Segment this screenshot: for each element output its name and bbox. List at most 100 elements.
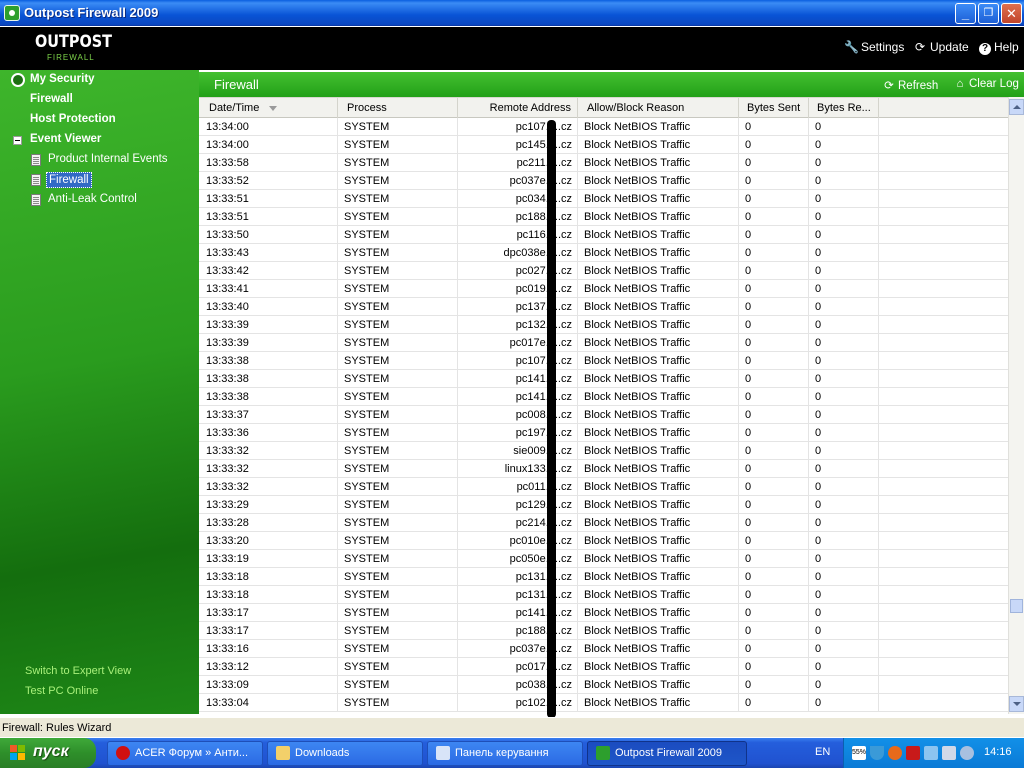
cell-bytes-received: 0 <box>809 370 879 388</box>
clear-log-label: Clear Log <box>969 78 1019 90</box>
table-row[interactable]: 13:33:38 SYSTEM pc141.f...cz Block NetBIOS … <box>199 388 1008 406</box>
start-button[interactable]: пуск <box>0 738 96 768</box>
vertical-scrollbar[interactable] <box>1008 97 1024 714</box>
table-row[interactable]: 13:33:09 SYSTEM pc038.f...cz Block NetBIOS … <box>199 676 1008 694</box>
collapse-toggle-icon[interactable] <box>13 136 22 145</box>
table-row[interactable]: 13:33:51 SYSTEM pc034.f...cz Block NetBIOS … <box>199 190 1008 208</box>
table-row[interactable]: 13:33:16 SYSTEM pc037e.f...cz Block NetBIOS… <box>199 640 1008 658</box>
cell-bytes-sent: 0 <box>739 640 809 658</box>
cell-remote-address: pc129.f...cz <box>458 496 578 514</box>
sidebar-item-host-protection[interactable]: Host Protection <box>30 113 116 125</box>
table-row[interactable]: 13:33:37 SYSTEM pc008.f...cz Block NetBIOS … <box>199 406 1008 424</box>
firewall-log-table[interactable]: Date/Time Process Remote Address Allow/B… <box>199 97 1008 714</box>
table-row[interactable]: 13:33:43 SYSTEM dpc038e.f...cz Block NetBIO… <box>199 244 1008 262</box>
cell-process: SYSTEM <box>338 658 458 676</box>
tray-app-icon[interactable] <box>960 746 974 760</box>
table-row[interactable]: 13:34:00 SYSTEM pc145.f...cz Block NetBIOS … <box>199 136 1008 154</box>
clear-log-button[interactable]: ⌂ Clear Log <box>954 78 1019 90</box>
cell-empty <box>879 334 1008 352</box>
table-row[interactable]: 13:33:32 SYSTEM pc011.f...cz Block NetBIOS … <box>199 478 1008 496</box>
taskbar-item-downloads[interactable]: Downloads <box>267 741 423 766</box>
tray-app-icon[interactable] <box>942 746 956 760</box>
cell-datetime: 13:33:18 <box>199 568 338 586</box>
scroll-up-button[interactable] <box>1009 99 1024 115</box>
column-header-datetime[interactable]: Date/Time <box>199 98 338 118</box>
cell-bytes-received: 0 <box>809 586 879 604</box>
cell-process: SYSTEM <box>338 244 458 262</box>
column-header-process[interactable]: Process <box>338 98 458 118</box>
cell-bytes-sent: 0 <box>739 694 809 712</box>
cell-remote-address: pc131.f...cz <box>458 586 578 604</box>
table-row[interactable]: 13:33:18 SYSTEM pc131.f...cz Block NetBIOS … <box>199 586 1008 604</box>
table-row[interactable]: 13:33:28 SYSTEM pc214.f...cz Block NetBIOS … <box>199 514 1008 532</box>
table-row[interactable]: 13:33:38 SYSTEM pc107.f...cz Block NetBIOS … <box>199 352 1008 370</box>
cell-datetime: 13:33:41 <box>199 280 338 298</box>
help-button[interactable]: ? Help <box>979 40 1019 55</box>
taskbar-item-label: ACER Форум » Анти... <box>135 747 249 759</box>
sidebar-item-my-security[interactable]: My Security <box>30 73 95 85</box>
cell-remote-address: pc188.f...cz <box>458 622 578 640</box>
language-indicator[interactable]: EN <box>815 746 830 758</box>
cell-remote-address: linux133.f...cz <box>458 460 578 478</box>
table-row[interactable]: 13:33:04 SYSTEM pc102.f...cz Block NetBIOS … <box>199 694 1008 712</box>
battery-icon[interactable]: 55% <box>852 746 866 760</box>
table-row[interactable]: 13:33:20 SYSTEM pc010e.f...cz Block NetBIOS… <box>199 532 1008 550</box>
test-pc-online-link[interactable]: Test PC Online <box>25 685 98 697</box>
table-row[interactable]: 13:33:18 SYSTEM pc131.f...cz Block NetBIOS … <box>199 568 1008 586</box>
table-row[interactable]: 13:33:17 SYSTEM pc188.f...cz Block NetBIOS … <box>199 622 1008 640</box>
table-row[interactable]: 13:33:42 SYSTEM pc027.f...cz Block NetBIOS … <box>199 262 1008 280</box>
settings-button[interactable]: 🔧 Settings <box>844 40 904 54</box>
table-row[interactable]: 13:33:51 SYSTEM pc188.f...cz Block NetBIOS … <box>199 208 1008 226</box>
scroll-thumb[interactable] <box>1010 599 1023 613</box>
cell-bytes-received: 0 <box>809 478 879 496</box>
column-header-remote-address[interactable]: Remote Address <box>458 98 578 118</box>
table-row[interactable]: 13:33:19 SYSTEM pc050e.f...cz Block NetBIOS… <box>199 550 1008 568</box>
column-header-reason[interactable]: Allow/Block Reason <box>578 98 739 118</box>
sidebar-item-event-viewer[interactable]: Event Viewer <box>30 133 101 145</box>
table-row[interactable]: 13:33:39 SYSTEM pc132.f...cz Block NetBIOS … <box>199 316 1008 334</box>
maximize-button[interactable]: ❐ <box>978 3 999 24</box>
table-row[interactable]: 13:33:17 SYSTEM pc141.f...cz Block NetBIOS … <box>199 604 1008 622</box>
table-row[interactable]: 13:34:00 SYSTEM pc107.f...cz Block NetBIOS … <box>199 118 1008 136</box>
sidebar-item-firewall[interactable]: Firewall <box>30 93 73 105</box>
table-row[interactable]: 13:33:36 SYSTEM pc197.f...cz Block NetBIOS … <box>199 424 1008 442</box>
taskbar-item-acer-forum[interactable]: ACER Форум » Анти... <box>107 741 263 766</box>
sidebar-item-anti-leak-control[interactable]: Anti-Leak Control <box>48 193 137 205</box>
table-row[interactable]: 13:33:40 SYSTEM pc137.f...cz Block NetBIOS … <box>199 298 1008 316</box>
window-titlebar[interactable]: Outpost Firewall 2009 _ ❐ ✕ <box>0 0 1024 26</box>
table-row[interactable]: 13:33:52 SYSTEM pc037e.f...cz Block NetBIOS… <box>199 172 1008 190</box>
sidebar-item-firewall-log[interactable]: Firewall <box>46 172 92 188</box>
switch-to-expert-view-link[interactable]: Switch to Expert View <box>25 665 131 677</box>
cell-empty <box>879 496 1008 514</box>
table-row[interactable]: 13:33:50 SYSTEM pc116.f...cz Block NetBIOS … <box>199 226 1008 244</box>
clock[interactable]: 14:16 <box>984 746 1012 758</box>
table-row[interactable]: 13:33:32 SYSTEM sie009.f...cz Block NetBIOS… <box>199 442 1008 460</box>
table-row[interactable]: 13:33:39 SYSTEM pc017e.f...cz Block NetBIOS… <box>199 334 1008 352</box>
windows-taskbar: пуск ACER Форум » Анти... Downloads Пане… <box>0 738 1024 768</box>
taskbar-item-control-panel[interactable]: Панель керування <box>427 741 583 766</box>
window-title: Outpost Firewall 2009 <box>24 5 159 20</box>
cell-reason: Block NetBIOS Traffic <box>578 118 739 136</box>
close-button[interactable]: ✕ <box>1001 3 1022 24</box>
table-row[interactable]: 13:33:29 SYSTEM pc129.f...cz Block NetBIOS … <box>199 496 1008 514</box>
tray-app-icon[interactable] <box>906 746 920 760</box>
taskbar-item-outpost-firewall[interactable]: Outpost Firewall 2009 <box>587 741 747 766</box>
minimize-button[interactable]: _ <box>955 3 976 24</box>
table-row[interactable]: 13:33:38 SYSTEM pc141.f...cz Block NetBIOS … <box>199 370 1008 388</box>
table-row[interactable]: 13:33:32 SYSTEM linux133.f...cz Block NetBI… <box>199 460 1008 478</box>
column-header-bytes-received[interactable]: Bytes Re... <box>809 98 879 118</box>
cell-reason: Block NetBIOS Traffic <box>578 676 739 694</box>
scroll-down-button[interactable] <box>1009 696 1024 712</box>
network-icon[interactable] <box>924 746 938 760</box>
refresh-button[interactable]: ⟳ Refresh <box>883 78 938 92</box>
table-row[interactable]: 13:33:41 SYSTEM pc019.f...cz Block NetBIOS … <box>199 280 1008 298</box>
sidebar-item-product-internal-events[interactable]: Product Internal Events <box>48 153 168 165</box>
table-row[interactable]: 13:33:58 SYSTEM pc211.f...cz Block NetBIOS … <box>199 154 1008 172</box>
status-text: Firewall: Rules Wizard <box>2 722 112 734</box>
tray-app-icon[interactable] <box>888 746 902 760</box>
cell-process: SYSTEM <box>338 622 458 640</box>
update-button[interactable]: ⟳ Update <box>913 40 969 54</box>
shield-icon[interactable] <box>870 746 884 760</box>
column-header-bytes-sent[interactable]: Bytes Sent <box>739 98 809 118</box>
table-row[interactable]: 13:33:12 SYSTEM pc017.f...cz Block NetBIOS … <box>199 658 1008 676</box>
